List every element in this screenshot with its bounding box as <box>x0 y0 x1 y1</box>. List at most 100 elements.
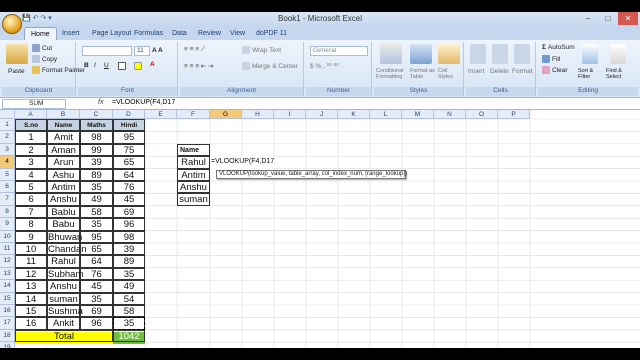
align-buttons[interactable]: ≡ ≡ ≡ ⇤ ⇥ <box>184 62 214 70</box>
format-table-icon[interactable] <box>410 44 432 64</box>
underline-button[interactable]: U <box>104 62 109 69</box>
table-cell[interactable]: 39 <box>113 243 145 256</box>
column-header-b[interactable]: B <box>47 110 80 119</box>
total-value[interactable]: 1042 <box>113 329 145 343</box>
table-cell[interactable]: 76 <box>113 181 145 194</box>
tab-view[interactable]: View <box>224 27 251 40</box>
table-cell[interactable]: Arun <box>47 156 80 169</box>
table-cell[interactable]: 96 <box>80 317 113 330</box>
table-cell[interactable]: Aman <box>47 143 80 157</box>
table-cell[interactable]: Anshu <box>47 193 80 206</box>
table-cell[interactable]: Chandan <box>47 243 87 256</box>
table-cell[interactable]: 15 <box>15 305 47 318</box>
table-cell[interactable]: 10 <box>15 243 47 256</box>
formula-input[interactable]: =VLOOKUP(F4,D17 <box>112 99 175 106</box>
fill-color-button[interactable] <box>134 62 142 70</box>
table-cell[interactable]: 69 <box>80 305 113 318</box>
table-cell[interactable]: 35 <box>113 267 145 281</box>
clear-button[interactable]: Clear <box>542 66 568 74</box>
table-cell[interactable]: 45 <box>80 280 113 293</box>
column-header-h[interactable]: H <box>242 110 274 119</box>
number-format-dropdown[interactable]: General <box>310 46 368 56</box>
table-cell[interactable]: 35 <box>80 181 113 194</box>
cut-button[interactable]: Cut <box>32 44 52 52</box>
table-cell[interactable]: 9 <box>15 230 47 243</box>
table-cell[interactable]: 5 <box>15 181 47 194</box>
row-header-15[interactable]: 15 <box>0 292 15 305</box>
merge-center-button[interactable]: Merge & Center <box>242 62 298 70</box>
autosum-button[interactable]: Σ AutoSum <box>542 44 575 51</box>
table-cell[interactable]: Sushma <box>47 305 83 318</box>
column-header-k[interactable]: K <box>338 110 370 119</box>
table-cell[interactable]: suman <box>47 292 80 305</box>
table-cell[interactable]: 76 <box>80 267 113 281</box>
tab-data[interactable]: Data <box>166 27 193 40</box>
tab-formulas[interactable]: Formulas <box>128 27 169 40</box>
column-header-e[interactable]: E <box>145 110 177 119</box>
table-cell[interactable]: 6 <box>15 193 47 206</box>
table-cell[interactable]: Ankit <box>47 317 80 330</box>
table-cell[interactable]: 99 <box>80 143 113 157</box>
table-cell[interactable]: 49 <box>80 193 113 206</box>
row-header-3[interactable]: 3 <box>0 143 15 157</box>
table-cell[interactable]: Antim <box>47 181 80 194</box>
table-cell[interactable]: 35 <box>80 218 113 231</box>
row-header-8[interactable]: 8 <box>0 205 15 219</box>
sort-filter-icon[interactable] <box>582 44 598 64</box>
format-cells-icon[interactable] <box>514 44 530 64</box>
table-cell[interactable]: 35 <box>80 292 113 305</box>
grow-font-button[interactable]: A A <box>152 47 163 54</box>
row-header-2[interactable]: 2 <box>0 131 15 144</box>
table-cell[interactable]: 2 <box>15 143 47 157</box>
table-cell[interactable]: 64 <box>113 168 145 181</box>
row-header-9[interactable]: 9 <box>0 218 15 231</box>
table-cell[interactable]: Rahul <box>47 255 80 268</box>
paste-icon[interactable] <box>6 44 28 64</box>
lookup-name-antim[interactable]: Antim <box>177 168 210 181</box>
table-cell[interactable]: 16 <box>15 317 47 330</box>
row-header-4[interactable]: 4 <box>0 156 15 169</box>
number-format-buttons[interactable]: $ % , ⁰⁰ ⁰⁰ <box>310 62 339 70</box>
table-cell[interactable]: 1 <box>15 131 47 144</box>
table-cell[interactable]: 95 <box>80 230 113 243</box>
fill-button[interactable]: Fill <box>542 55 560 63</box>
bold-button[interactable]: B <box>84 62 89 69</box>
table-cell[interactable]: 11 <box>15 255 47 268</box>
fx-icon[interactable]: fx <box>98 99 103 106</box>
lookup-header[interactable]: Name <box>177 143 210 157</box>
table-cell[interactable]: 8 <box>15 218 47 231</box>
total-label[interactable]: Total <box>15 329 113 343</box>
tab-home[interactable]: Home <box>24 27 57 40</box>
font-color-button[interactable]: A <box>150 61 155 68</box>
align-top-buttons[interactable]: ≡ ≡ ≡ ⟋ <box>184 46 205 54</box>
column-header-a[interactable]: A <box>15 110 47 119</box>
close-button[interactable]: ✕ <box>618 12 638 25</box>
table-cell[interactable]: Subham <box>47 267 83 281</box>
table-cell[interactable]: 45 <box>113 193 145 206</box>
font-size-dropdown[interactable]: 11 <box>134 46 150 56</box>
table-cell[interactable]: 12 <box>15 267 47 281</box>
minimize-button[interactable]: – <box>578 12 598 25</box>
insert-cells-icon[interactable] <box>470 44 486 64</box>
table-cell[interactable]: 3 <box>15 156 47 169</box>
row-header-19[interactable]: 19 <box>0 342 15 348</box>
table-cell[interactable]: 65 <box>80 243 113 256</box>
table-cell[interactable]: 64 <box>80 255 113 268</box>
table-header-maths[interactable]: Maths <box>80 119 113 132</box>
lookup-name-rahul[interactable]: Rahul <box>177 156 210 169</box>
row-header-14[interactable]: 14 <box>0 280 15 293</box>
table-cell[interactable]: 96 <box>113 218 145 231</box>
table-cell[interactable]: Amit <box>47 131 80 144</box>
table-cell[interactable]: 4 <box>15 168 47 181</box>
tab-insert[interactable]: Insert <box>56 27 86 40</box>
table-cell[interactable]: 58 <box>80 205 113 219</box>
font-name-dropdown[interactable] <box>82 46 132 56</box>
table-header-hindi[interactable]: Hindi <box>113 119 145 132</box>
table-cell[interactable]: Ashu <box>47 168 80 181</box>
row-header-16[interactable]: 16 <box>0 305 15 318</box>
borders-button[interactable] <box>118 62 126 70</box>
row-header-11[interactable]: 11 <box>0 243 15 256</box>
column-header-n[interactable]: N <box>434 110 466 119</box>
table-cell[interactable]: 7 <box>15 205 47 219</box>
row-header-18[interactable]: 18 <box>0 329 15 343</box>
